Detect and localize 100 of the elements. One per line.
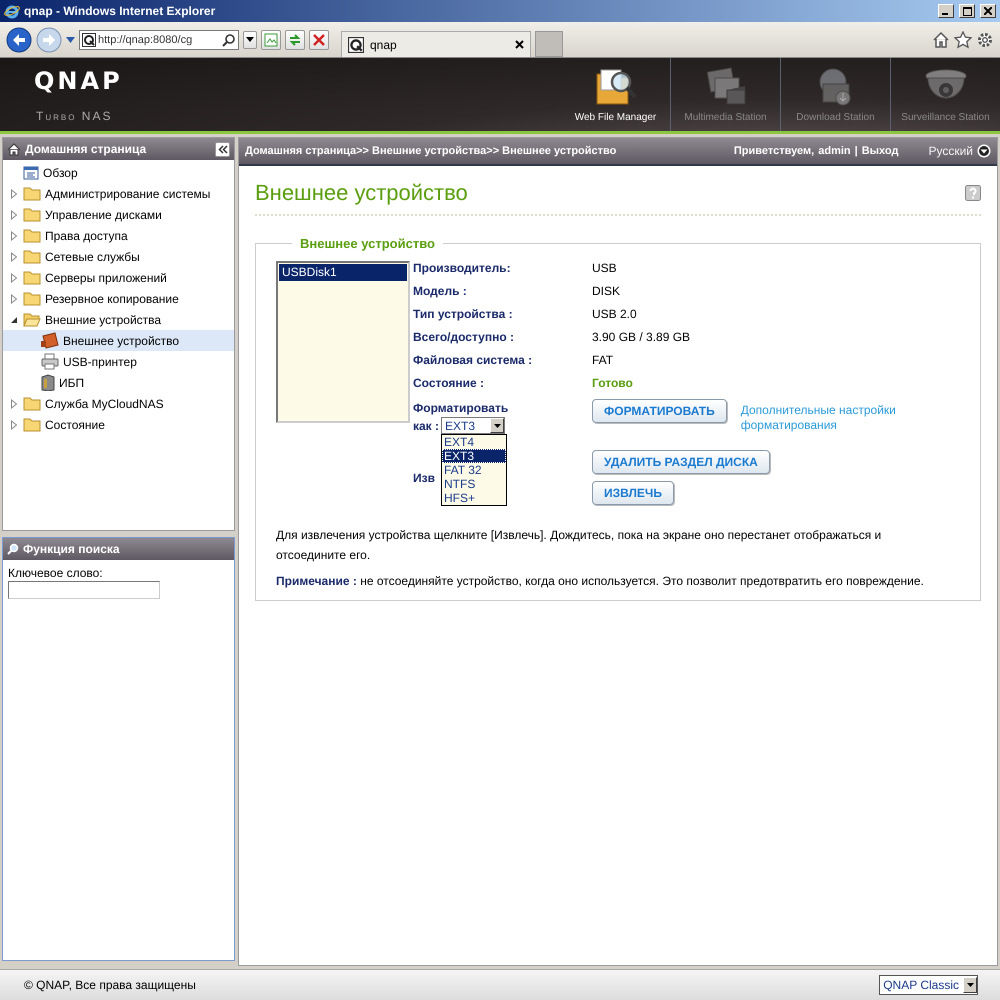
tree-item[interactable]: USB-принтер [3,351,234,372]
expand-icon[interactable] [9,188,19,198]
history-dropdown-icon[interactable] [66,36,75,42]
collapse-icon[interactable] [9,314,19,324]
app-shortcut[interactable]: Web File Manager [561,58,670,131]
refresh-button[interactable] [285,30,305,50]
tree-item[interactable]: Состояние [3,414,234,435]
folder-icon [23,291,41,306]
document-icon [23,166,39,180]
dropdown-option[interactable]: FAT 32 [442,463,506,477]
expand-icon[interactable] [9,210,19,220]
expand-icon[interactable] [9,272,19,282]
search-icon [7,543,19,555]
tree-item[interactable]: Администрирование системы [3,183,234,204]
status-value: Готово [592,375,634,392]
favorites-icon[interactable] [954,30,972,48]
double-chevron-icon [218,144,228,154]
dropdown-option[interactable]: EXT4 [442,435,506,449]
page-title: Внешнее устройство [255,180,468,206]
keyword-field[interactable] [8,581,160,599]
app-shortcut[interactable]: Surveillance Station [890,58,1000,131]
note-text: Примечание : не отсоединяйте устройство, когда оно используется. Это позволит предотвратить его повреждение. [276,574,925,588]
maximize-button[interactable] [959,4,975,18]
logout-link[interactable]: Выход [862,145,898,157]
caret-icon [966,983,974,987]
separator-text: | [854,145,858,157]
folder-icon [23,228,41,243]
field-label: Состояние : [413,375,486,392]
field-value: FAT [592,352,614,369]
printer-icon [41,353,59,370]
expand-icon[interactable] [9,294,19,304]
back-button[interactable] [6,26,32,52]
tree-item[interactable]: Внешние устройства [3,309,234,330]
copyright-text: © QNAP, Все права защищены [24,978,196,992]
action-button[interactable]: УДАЛИТЬ РАЗДЕЛ ДИСКА [592,450,770,474]
field-label: Модель : [413,283,468,300]
caret-icon [494,424,501,428]
device-item[interactable]: USBDisk1 [279,264,407,281]
minimize-button[interactable] [938,4,954,18]
maximize-icon [962,6,972,16]
search-icon[interactable] [222,32,236,46]
dropdown-option[interactable]: NTFS [442,477,506,491]
theme-select[interactable]: QNAP Classic [879,975,978,995]
folder-icon [23,396,41,411]
field-value: 3.90 GB / 3.89 GB [592,329,692,346]
tree-item[interactable]: Внешнее устройство [3,330,234,351]
help-icon[interactable] [965,185,981,201]
instructions-text: Для извлечения устройства щелкните [Извлечь]. Дождитесь, пока на экране оно перестанет отображаться и отсоедините его. [276,527,882,564]
tree-item[interactable]: Серверы приложений [3,267,234,288]
tree-item[interactable]: Обзор [3,162,234,183]
compatibility-view-button[interactable] [261,30,281,50]
window-title: qnap - Windows Internet Explorer [24,4,216,18]
folder-icon [23,417,41,432]
product-name: Turbo NAS [36,108,112,122]
folder-icon [23,270,41,285]
home-icon[interactable] [932,30,950,48]
refresh-icon [288,32,302,46]
tree-item[interactable]: Права доступа [3,225,234,246]
folder-icon [23,207,41,222]
tree-item[interactable]: Сетевые службы [3,246,234,267]
device-list[interactable]: USBDisk1 [276,261,410,423]
field-value: USB [592,260,618,277]
browser-tab[interactable]: qnap [341,31,531,57]
expand-icon[interactable] [9,398,19,408]
house-icon [7,142,21,156]
ups-icon [41,374,55,391]
dropdown-icon[interactable] [977,144,991,158]
dropdown-option[interactable]: EXT3 [442,449,506,463]
user-name: admin [818,145,851,157]
tree-item[interactable]: Резервное копирование [3,288,234,309]
stop-button[interactable] [309,30,329,50]
broken-page-icon [264,32,278,46]
action-button[interactable]: ИЗВЛЕЧЬ [592,481,674,505]
field-label: Файловая система : [413,352,534,369]
format-button[interactable]: ФОРМАТИРОВАТЬ [592,399,727,423]
close-tab-icon[interactable] [515,40,524,49]
tree-item[interactable]: ИБП [3,372,234,393]
field-label: Производитель: [413,260,512,277]
expand-icon[interactable] [9,252,19,262]
address-field[interactable]: http://qnap:8080/cg [79,30,239,50]
tree-item[interactable]: Служба MyCloudNAS [3,393,234,414]
field-label: Ключевое слово: [8,566,103,580]
panel-title: Функция поиска [23,542,121,556]
address-dropdown-button[interactable] [243,30,257,48]
expand-icon[interactable] [9,420,19,430]
format-select[interactable]: EXT3 [441,417,506,434]
site-icon [348,36,364,52]
tree-item[interactable]: Управление дисками [3,204,234,225]
field-label: Изв [413,470,435,484]
breadcrumb: Домашняя страница>> Внешние устройства>> Внешнее устройство [245,145,618,157]
language-selector[interactable]: Русский [928,144,973,158]
field-label: Всего/доступно : [413,329,515,346]
dropdown-option[interactable]: HFS+ [442,491,506,505]
close-button[interactable] [980,4,996,18]
folder-icon [23,249,41,264]
collapse-button[interactable] [215,142,230,156]
expand-icon[interactable] [9,230,19,240]
close-icon [984,7,992,15]
drive-icon [41,332,59,349]
settings-icon[interactable] [976,30,994,48]
